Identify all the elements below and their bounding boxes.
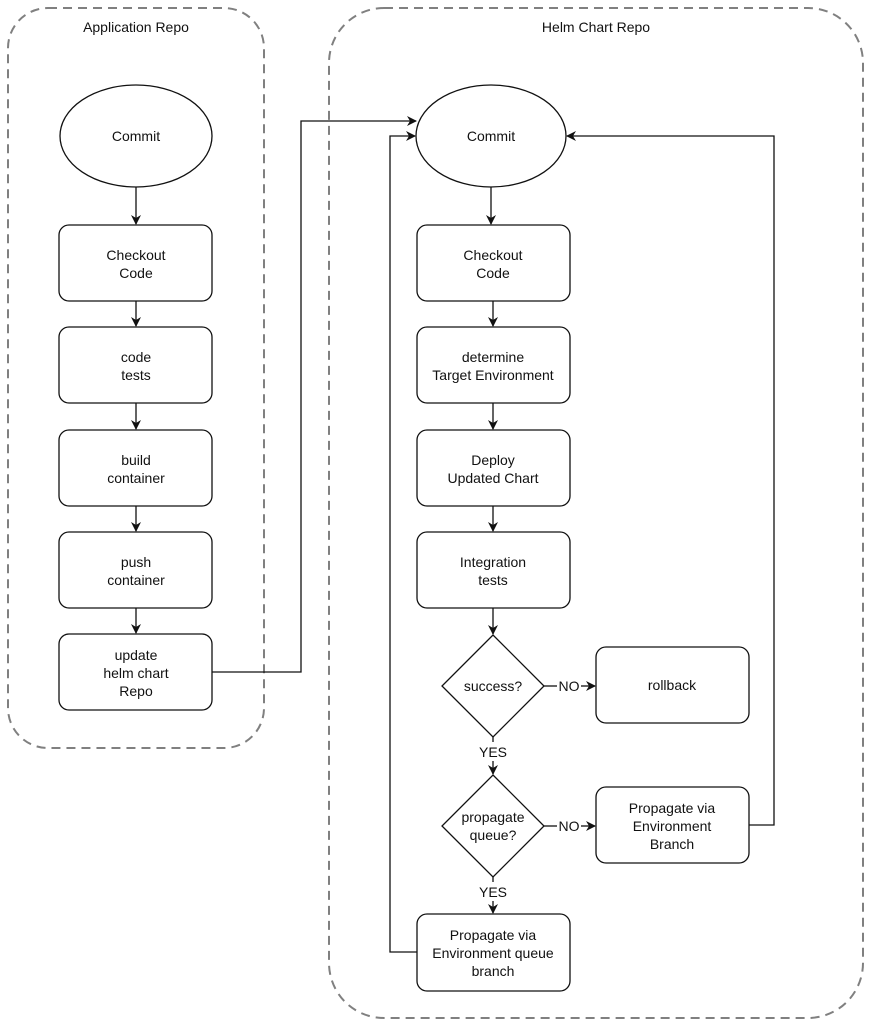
node-label: container — [107, 470, 165, 486]
edge-label-yes: YES — [479, 744, 507, 760]
node-label: Integration — [460, 554, 526, 570]
decision-label: propagate — [461, 809, 524, 825]
group-title-application-repo: Application Repo — [83, 19, 189, 35]
group-title-helm-chart-repo: Helm Chart Repo — [542, 19, 650, 35]
node-label: push — [121, 554, 151, 570]
node-label: tests — [121, 367, 151, 383]
node-app-checkout-code[interactable]: Checkout Code — [58, 224, 213, 302]
node-helm-deploy-updated-chart[interactable]: Deploy Updated Chart — [416, 429, 571, 507]
node-label: build — [121, 452, 151, 468]
node-label: Code — [119, 265, 153, 281]
node-label: Commit — [112, 128, 160, 144]
node-label: Commit — [467, 128, 515, 144]
node-label: Checkout — [106, 247, 165, 263]
node-label: Branch — [650, 836, 694, 852]
decision-propagate-queue[interactable]: propagate queue? — [441, 774, 545, 878]
node-helm-commit[interactable]: Commit — [415, 84, 567, 188]
node-label: determine — [462, 349, 524, 365]
group-helm-chart-repo: Helm Chart Repo — [328, 7, 864, 1019]
node-helm-integration-tests[interactable]: Integration tests — [416, 531, 571, 609]
node-label: Propagate via — [450, 927, 537, 943]
edge-label-no: NO — [559, 678, 580, 694]
node-helm-rollback[interactable]: rollback — [595, 646, 750, 724]
node-label: Code — [476, 265, 510, 281]
node-label: Target Environment — [432, 367, 554, 383]
node-label: Propagate via — [629, 800, 716, 816]
node-label: Deploy — [471, 452, 515, 468]
node-app-update-helm-chart-repo[interactable]: update helm chart Repo — [58, 633, 213, 711]
node-label: Environment — [633, 818, 712, 834]
node-app-push-container[interactable]: push container — [58, 531, 213, 609]
node-label: update — [115, 647, 158, 663]
node-helm-checkout-code[interactable]: Checkout Code — [416, 224, 571, 302]
edge-label-no: NO — [559, 818, 580, 834]
node-label: rollback — [648, 677, 697, 693]
decision-label: queue? — [470, 827, 517, 843]
decision-success[interactable]: success? — [441, 634, 545, 738]
node-label: helm chart — [103, 665, 168, 681]
node-helm-determine-target-environment[interactable]: determine Target Environment — [416, 326, 571, 404]
node-app-build-container[interactable]: build container — [58, 429, 213, 507]
node-app-code-tests[interactable]: code tests — [58, 326, 213, 404]
node-app-commit[interactable]: Commit — [59, 84, 213, 188]
node-label: tests — [478, 572, 508, 588]
node-label: Environment queue — [432, 945, 554, 961]
node-label: Repo — [119, 683, 153, 699]
node-label: Checkout — [463, 247, 522, 263]
flowchart-canvas: Application Repo Helm Chart Repo Commit … — [7, 7, 864, 1019]
edge-queue-branch-to-commit — [389, 131, 417, 953]
node-label: code — [121, 349, 152, 365]
node-label: Updated Chart — [447, 470, 538, 486]
decision-label: success? — [464, 678, 523, 694]
node-helm-propagate-environment-queue-branch[interactable]: Propagate via Environment queue branch — [416, 913, 571, 992]
node-label: container — [107, 572, 165, 588]
edge-update-to-helm-commit — [212, 116, 417, 673]
node-helm-propagate-environment-branch[interactable]: Propagate via Environment Branch — [595, 786, 750, 864]
edge-label-yes: YES — [479, 884, 507, 900]
node-label: branch — [472, 963, 515, 979]
